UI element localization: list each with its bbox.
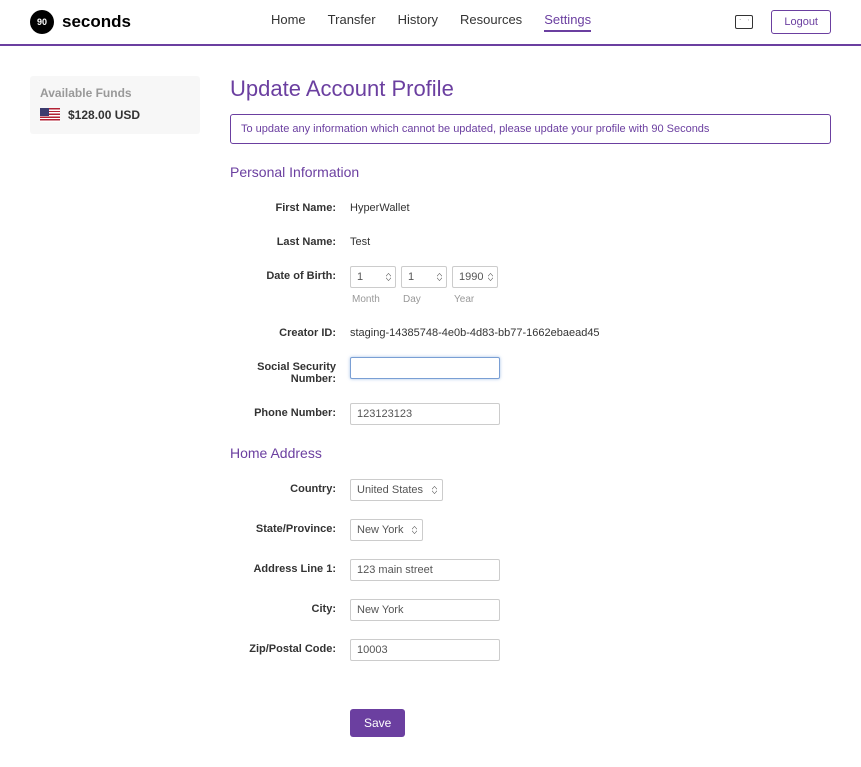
address-section-title: Home Address	[230, 445, 831, 461]
zip-input[interactable]	[350, 639, 500, 661]
brand-logo[interactable]: 90 seconds	[30, 10, 131, 34]
update-notice: To update any information which cannot b…	[230, 114, 831, 144]
city-input[interactable]	[350, 599, 500, 621]
dob-year-select[interactable]: 1990	[452, 266, 498, 288]
country-select[interactable]: United States	[350, 479, 443, 501]
main-content: Update Account Profile To update any inf…	[230, 76, 831, 737]
address-line1-input[interactable]	[350, 559, 500, 581]
phone-input[interactable]	[350, 403, 500, 425]
dob-year-hint: Year	[452, 294, 498, 305]
creator-id-value: staging-14385748-4e0b-4d83-bb77-1662ebae…	[350, 323, 600, 339]
sidebar: Available Funds $128.00 USD	[30, 76, 200, 737]
line1-label: Address Line 1:	[230, 559, 350, 575]
mail-icon[interactable]	[735, 15, 753, 29]
first-name-value: HyperWallet	[350, 198, 410, 214]
dob-day-hint: Day	[401, 294, 447, 305]
nav-settings[interactable]: Settings	[544, 12, 591, 32]
main-nav: Home Transfer History Resources Settings	[271, 12, 591, 32]
ssn-label: Social Security Number:	[230, 357, 350, 385]
top-header: 90 seconds Home Transfer History Resourc…	[0, 0, 861, 46]
page-title: Update Account Profile	[230, 76, 831, 102]
nav-resources[interactable]: Resources	[460, 12, 522, 32]
state-select[interactable]: New York	[350, 519, 423, 541]
dob-month-hint: Month	[350, 294, 396, 305]
zip-label: Zip/Postal Code:	[230, 639, 350, 655]
last-name-label: Last Name:	[230, 232, 350, 248]
header-right: Logout	[735, 10, 831, 34]
phone-label: Phone Number:	[230, 403, 350, 419]
available-funds-card: Available Funds $128.00 USD	[30, 76, 200, 134]
brand-name: seconds	[62, 12, 131, 32]
ssn-input[interactable]	[350, 357, 500, 379]
personal-section-title: Personal Information	[230, 164, 831, 180]
dob-day-select[interactable]: 1	[401, 266, 447, 288]
nav-home[interactable]: Home	[271, 12, 306, 32]
logout-button[interactable]: Logout	[771, 10, 831, 34]
last-name-value: Test	[350, 232, 370, 248]
dob-label: Date of Birth:	[230, 266, 350, 282]
save-button[interactable]: Save	[350, 709, 405, 737]
nav-history[interactable]: History	[398, 12, 438, 32]
nav-transfer[interactable]: Transfer	[328, 12, 376, 32]
first-name-label: First Name:	[230, 198, 350, 214]
country-label: Country:	[230, 479, 350, 495]
dob-month-select[interactable]: 1	[350, 266, 396, 288]
us-flag-icon	[40, 108, 60, 122]
logo-badge-icon: 90	[30, 10, 54, 34]
creator-id-label: Creator ID:	[230, 323, 350, 339]
state-label: State/Province:	[230, 519, 350, 535]
city-label: City:	[230, 599, 350, 615]
funds-amount: $128.00 USD	[68, 108, 140, 122]
funds-title: Available Funds	[40, 86, 190, 100]
